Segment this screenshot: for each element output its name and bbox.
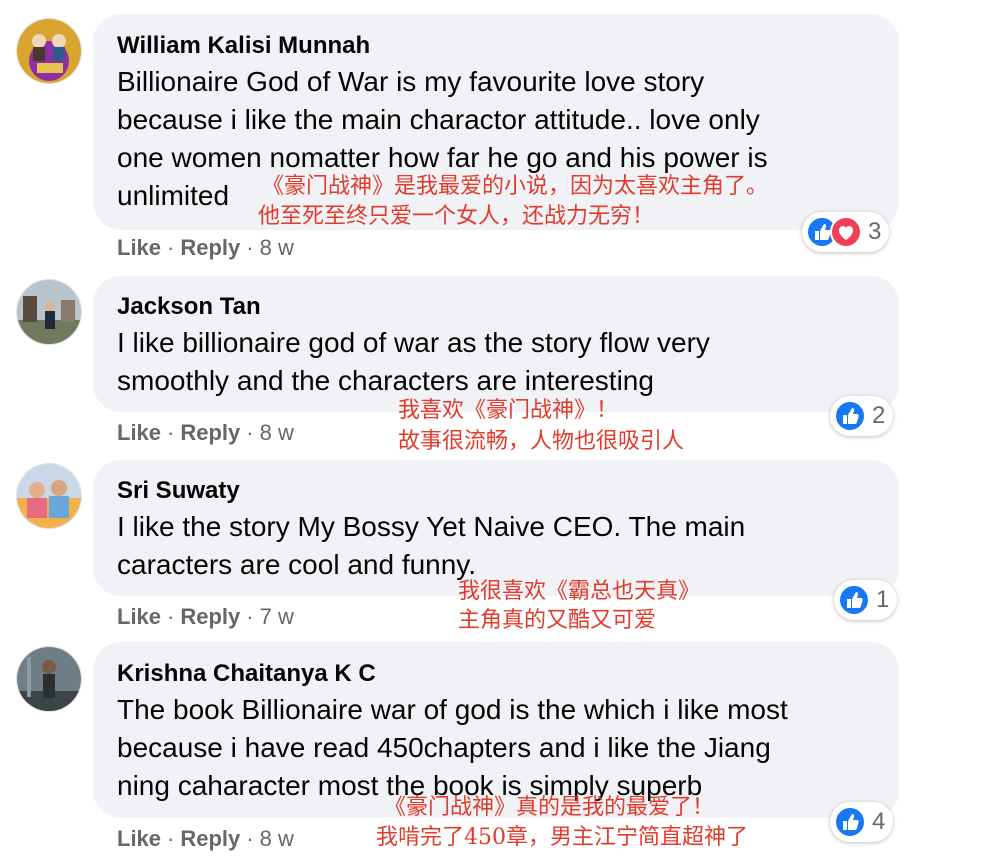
comment-text: The book Billionaire war of god is the w…: [117, 694, 788, 725]
annotation-text: 主角真的又酷又可爱: [458, 608, 657, 633]
like-button[interactable]: Like: [117, 604, 161, 629]
comment-text: smoothly and the characters are interest…: [117, 365, 654, 396]
reply-button[interactable]: Reply: [180, 826, 240, 851]
reaction-count: 3: [868, 218, 882, 245]
reply-button[interactable]: Reply: [180, 235, 240, 260]
separator: ·: [167, 826, 175, 851]
comment-time[interactable]: 7 w: [260, 604, 294, 629]
comment-author[interactable]: William Kalisi Munnah: [117, 32, 370, 60]
reactions-summary[interactable]: 1: [834, 580, 898, 620]
separator: ·: [167, 235, 175, 260]
comment-author[interactable]: Krishna Chaitanya K C: [117, 660, 376, 688]
separator: ·: [167, 604, 175, 629]
separator: ·: [246, 604, 254, 629]
love-icon: [830, 216, 862, 248]
reply-button[interactable]: Reply: [180, 604, 240, 629]
reactions-summary[interactable]: 2: [830, 396, 894, 436]
avatar[interactable]: [16, 646, 82, 712]
like-icon: [834, 400, 866, 432]
comment-text: because i like the main charactor attitu…: [117, 104, 760, 135]
reply-button[interactable]: Reply: [180, 420, 240, 445]
annotation-text: 《豪门战神》真的是我的最爱了！: [384, 795, 715, 820]
reaction-count: 1: [876, 586, 890, 613]
separator: ·: [167, 420, 175, 445]
comment-text: Billionaire God of War is my favourite l…: [117, 66, 705, 97]
like-button[interactable]: Like: [117, 826, 161, 851]
reaction-count: 4: [872, 808, 886, 835]
annotation-text: 故事很流畅，人物也很吸引人: [398, 429, 685, 454]
comment-text: I like the story My Bossy Yet Naive CEO.…: [117, 511, 746, 542]
comment-time[interactable]: 8 w: [260, 420, 294, 445]
separator: ·: [246, 420, 254, 445]
comment-text: unlimited: [117, 180, 230, 211]
comment-text: caracters are cool and funny.: [117, 549, 477, 580]
like-button[interactable]: Like: [117, 420, 161, 445]
comment-author[interactable]: Jackson Tan: [117, 293, 261, 321]
like-icon: [838, 584, 870, 616]
avatar[interactable]: [16, 279, 82, 345]
avatar[interactable]: [16, 463, 82, 529]
annotation-text: 《豪门战神》是我最爱的小说，因为太喜欢主角了。: [262, 174, 769, 199]
comment-time[interactable]: 8 w: [260, 235, 294, 260]
separator: ·: [246, 826, 254, 851]
annotation-text: 我啃完了450章，男主江宁简直超神了: [376, 825, 748, 850]
like-button[interactable]: Like: [117, 235, 161, 260]
like-icon: [834, 806, 866, 838]
separator: ·: [246, 235, 254, 260]
comment-actions: Like · Reply · 8 w: [117, 420, 294, 446]
comment-text: I like billionaire god of war as the sto…: [117, 327, 710, 358]
comment-text: one women nomatter how far he go and his…: [117, 142, 768, 173]
comment-actions: Like · Reply · 8 w: [117, 235, 294, 261]
reactions-summary[interactable]: 3: [802, 212, 890, 252]
annotation-text: 我很喜欢《霸总也天真》: [458, 579, 701, 604]
annotation-text: 我喜欢《豪门战神》！: [398, 398, 619, 423]
comment-author[interactable]: Sri Suwaty: [117, 477, 240, 505]
reaction-count: 2: [872, 402, 886, 429]
reactions-summary[interactable]: 4: [830, 802, 894, 842]
annotation-text: 他至死至终只爱一个女人，还战力无穷！: [258, 204, 655, 229]
avatar[interactable]: [16, 18, 82, 84]
comment-actions: Like · Reply · 7 w: [117, 604, 294, 630]
comment-text: because i have read 450chapters and i li…: [117, 732, 771, 763]
comment-actions: Like · Reply · 8 w: [117, 826, 294, 852]
comment-time[interactable]: 8 w: [260, 826, 294, 851]
